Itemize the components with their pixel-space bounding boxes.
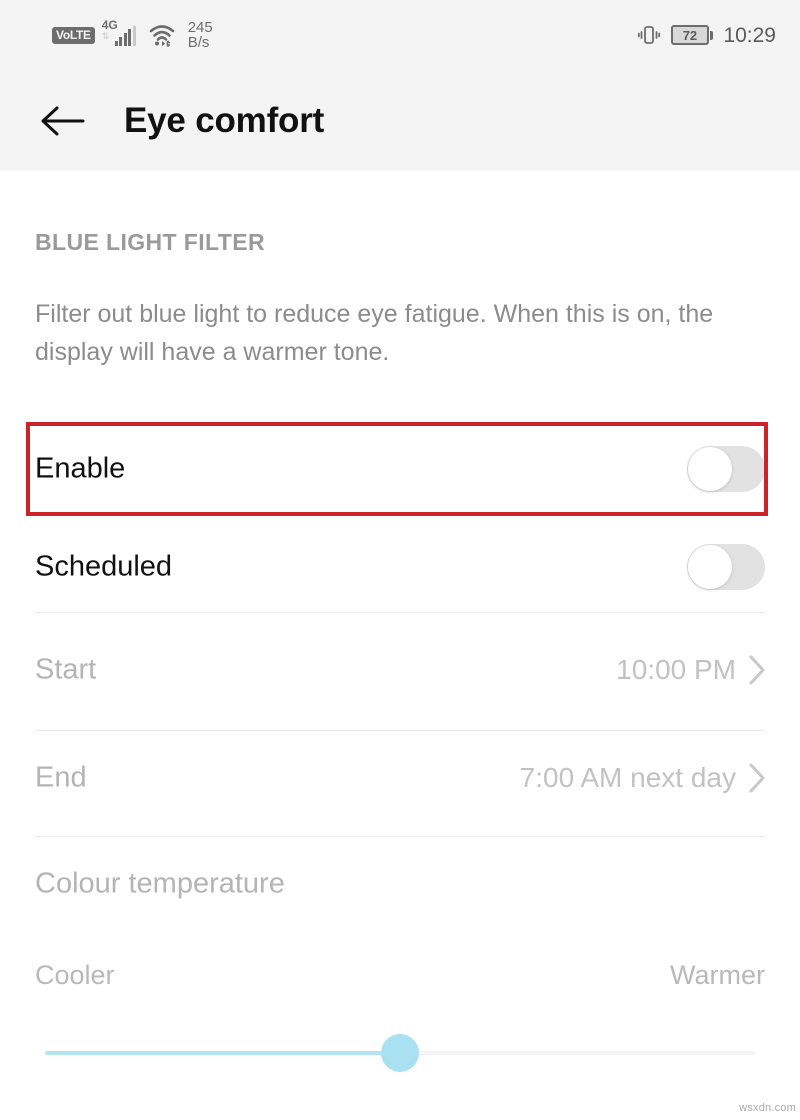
start-row[interactable]: Start 10:00 PM	[0, 623, 800, 717]
enable-row[interactable]: Enable	[0, 422, 800, 516]
colour-temperature-row: Colour temperature	[0, 837, 800, 931]
signal-strength-bars	[114, 26, 136, 46]
enable-toggle[interactable]	[687, 446, 765, 492]
status-bar: VoLTE 4G ⇅ 245 B/s 72 10:29	[0, 0, 800, 70]
warmer-label: Warmer	[670, 960, 765, 990]
colour-temperature-label: Colour temperature	[35, 867, 285, 900]
section-header-blue-light-filter: BLUE LIGHT FILTER	[35, 229, 265, 255]
battery-level-label: 72	[682, 27, 698, 43]
end-row-label: End	[35, 761, 87, 794]
network-speed-unit: B/s	[187, 34, 210, 51]
divider	[35, 612, 765, 613]
volte-icon: VoLTE	[52, 26, 95, 44]
start-row-label: Start	[35, 653, 97, 686]
chevron-right-icon	[747, 762, 767, 794]
watermark: wsxdn.com	[739, 1102, 796, 1114]
scheduled-toggle[interactable]	[687, 544, 765, 590]
scheduled-row-label: Scheduled	[35, 550, 173, 583]
colour-temperature-slider[interactable]	[45, 1034, 755, 1072]
app-bar: Eye comfort	[0, 70, 800, 171]
eye-comfort-settings-screen: VoLTE 4G ⇅ 245 B/s 72 10:29 Eye comfort …	[0, 0, 800, 1120]
scheduled-row[interactable]: Scheduled	[0, 520, 800, 614]
signal-bars-icon: 4G ⇅	[102, 18, 138, 52]
vibrate-icon	[637, 23, 661, 47]
enable-row-label: Enable	[35, 452, 126, 485]
start-row-value: 10:00 PM	[616, 654, 736, 685]
slider-endpoint-labels: Cooler Warmer	[0, 960, 800, 1000]
clock-label: 10:29	[723, 23, 776, 47]
battery-icon: 72	[670, 25, 714, 45]
status-bar-left-group: VoLTE 4G ⇅ 245 B/s	[52, 0, 213, 70]
status-bar-right-group: 72 10:29	[637, 0, 776, 70]
slider-fill	[45, 1051, 400, 1055]
network-speed-indicator: 245 B/s	[188, 20, 213, 50]
data-arrows-icon: ⇅	[101, 31, 109, 41]
page-title: Eye comfort	[124, 100, 325, 140]
end-row[interactable]: End 7:00 AM next day	[0, 731, 800, 825]
network-speed-value: 245	[187, 19, 213, 36]
section-description: Filter out blue light to reduce eye fati…	[35, 300, 714, 366]
back-arrow-icon[interactable]	[36, 95, 88, 147]
slider-thumb[interactable]	[381, 1034, 419, 1072]
end-row-value: 7:00 AM next day	[519, 762, 736, 793]
cooler-label: Cooler	[35, 960, 115, 990]
chevron-right-icon	[747, 654, 767, 686]
wifi-icon	[147, 20, 177, 50]
